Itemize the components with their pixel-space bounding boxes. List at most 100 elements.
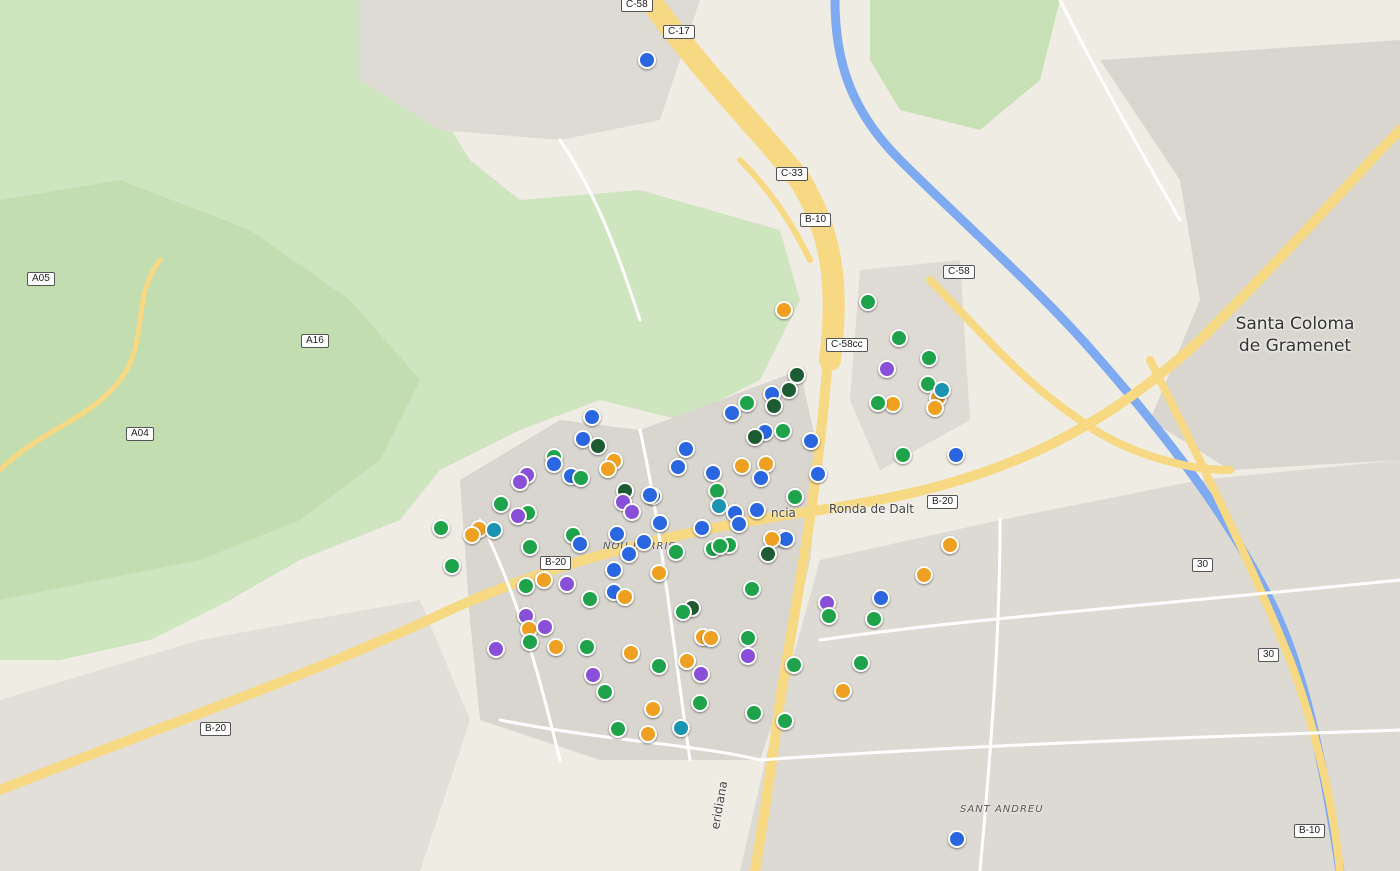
- map-marker-blue[interactable]: [752, 469, 770, 487]
- map-marker-purple[interactable]: [623, 503, 641, 521]
- map-marker-blue[interactable]: [723, 404, 741, 422]
- map-marker-teal[interactable]: [933, 381, 951, 399]
- map-marker-blue[interactable]: [947, 446, 965, 464]
- map-marker-green[interactable]: [691, 694, 709, 712]
- map-marker-green[interactable]: [852, 654, 870, 672]
- map-marker-green[interactable]: [869, 394, 887, 412]
- map-marker-blue[interactable]: [948, 830, 966, 848]
- map-marker-green[interactable]: [517, 577, 535, 595]
- map-marker-green[interactable]: [711, 537, 729, 555]
- map-marker-dark-green[interactable]: [759, 545, 777, 563]
- map-marker-orange[interactable]: [915, 566, 933, 584]
- map-marker-purple[interactable]: [584, 666, 602, 684]
- map-marker-blue[interactable]: [571, 535, 589, 553]
- map-marker-purple[interactable]: [558, 575, 576, 593]
- map-marker-green[interactable]: [745, 704, 763, 722]
- map-marker-orange[interactable]: [926, 399, 944, 417]
- map-marker-blue[interactable]: [693, 519, 711, 537]
- map-marker-teal[interactable]: [485, 521, 503, 539]
- map-marker-green[interactable]: [650, 657, 668, 675]
- map-marker-blue[interactable]: [748, 501, 766, 519]
- map-marker-orange[interactable]: [639, 725, 657, 743]
- map-marker-blue[interactable]: [583, 408, 601, 426]
- map-marker-green[interactable]: [596, 683, 614, 701]
- road-shield-b20-east: B-20: [927, 495, 959, 509]
- map-marker-green[interactable]: [786, 488, 804, 506]
- map-marker-orange[interactable]: [622, 644, 640, 662]
- map-marker-orange[interactable]: [547, 638, 565, 656]
- town-label-santa-coloma: Santa Coloma de Gramenet: [1215, 313, 1375, 357]
- map-marker-orange[interactable]: [463, 526, 481, 544]
- map-marker-green[interactable]: [738, 394, 756, 412]
- map-marker-blue[interactable]: [641, 486, 659, 504]
- map-marker-blue[interactable]: [809, 465, 827, 483]
- street-label-ronda-fragment: ncia: [771, 506, 796, 520]
- map-marker-dark-green[interactable]: [746, 428, 764, 446]
- map-marker-green[interactable]: [581, 590, 599, 608]
- map-marker-green[interactable]: [743, 580, 761, 598]
- map-marker-orange[interactable]: [834, 682, 852, 700]
- map-marker-green[interactable]: [609, 720, 627, 738]
- map-marker-orange[interactable]: [941, 536, 959, 554]
- map-marker-purple[interactable]: [487, 640, 505, 658]
- map-marker-green[interactable]: [785, 656, 803, 674]
- map-marker-green[interactable]: [578, 638, 596, 656]
- map-marker-green[interactable]: [859, 293, 877, 311]
- map-marker-green[interactable]: [521, 633, 539, 651]
- map-marker-dark-green[interactable]: [780, 381, 798, 399]
- map-marker-blue[interactable]: [638, 51, 656, 69]
- map-marker-purple[interactable]: [536, 618, 554, 636]
- map-marker-green[interactable]: [667, 543, 685, 561]
- map-marker-blue[interactable]: [635, 533, 653, 551]
- map-marker-blue[interactable]: [730, 515, 748, 533]
- map-marker-blue[interactable]: [677, 440, 695, 458]
- map-marker-green[interactable]: [674, 603, 692, 621]
- street-label-ronda-de-dalt: Ronda de Dalt: [829, 502, 914, 516]
- map-marker-purple[interactable]: [509, 507, 527, 525]
- map-marker-purple[interactable]: [739, 647, 757, 665]
- map-marker-green[interactable]: [432, 519, 450, 537]
- map-marker-purple[interactable]: [878, 360, 896, 378]
- map-marker-blue[interactable]: [608, 525, 626, 543]
- map-marker-green[interactable]: [521, 538, 539, 556]
- map-marker-blue[interactable]: [669, 458, 687, 476]
- map-marker-orange[interactable]: [650, 564, 668, 582]
- map-marker-orange[interactable]: [775, 301, 793, 319]
- map-marker-orange[interactable]: [616, 588, 634, 606]
- map-marker-dark-green[interactable]: [589, 437, 607, 455]
- map-marker-purple[interactable]: [511, 473, 529, 491]
- district-label-sant-andreu: SANT ANDREU: [960, 804, 1044, 815]
- base-map[interactable]: [0, 0, 1400, 871]
- map-marker-blue[interactable]: [802, 432, 820, 450]
- map-marker-green[interactable]: [774, 422, 792, 440]
- road-shield-c17: C-17: [663, 25, 695, 39]
- map-marker-teal[interactable]: [672, 719, 690, 737]
- road-shield-30-b: 30: [1258, 648, 1280, 662]
- map-marker-orange[interactable]: [702, 629, 720, 647]
- map-marker-blue[interactable]: [704, 464, 722, 482]
- map-marker-purple[interactable]: [692, 665, 710, 683]
- map-marker-blue[interactable]: [605, 561, 623, 579]
- map-marker-dark-green[interactable]: [765, 397, 783, 415]
- map-marker-green[interactable]: [920, 349, 938, 367]
- map-marker-green[interactable]: [890, 329, 908, 347]
- map-marker-green[interactable]: [739, 629, 757, 647]
- map-marker-blue[interactable]: [872, 589, 890, 607]
- map-marker-orange[interactable]: [599, 460, 617, 478]
- map-marker-orange[interactable]: [733, 457, 751, 475]
- map-marker-orange[interactable]: [644, 700, 662, 718]
- map-marker-blue[interactable]: [545, 455, 563, 473]
- map-marker-orange[interactable]: [535, 571, 553, 589]
- map-marker-green[interactable]: [492, 495, 510, 513]
- map-marker-green[interactable]: [443, 557, 461, 575]
- map-marker-green[interactable]: [865, 610, 883, 628]
- road-shield-b10-south: B-10: [1294, 824, 1326, 838]
- map-marker-green[interactable]: [894, 446, 912, 464]
- map-marker-green[interactable]: [776, 712, 794, 730]
- map-marker-blue[interactable]: [620, 545, 638, 563]
- road-shield-30-a: 30: [1192, 558, 1214, 572]
- map-marker-green[interactable]: [572, 469, 590, 487]
- road-shield-a05: A05: [27, 272, 55, 286]
- map-marker-blue[interactable]: [651, 514, 669, 532]
- map-marker-green[interactable]: [820, 607, 838, 625]
